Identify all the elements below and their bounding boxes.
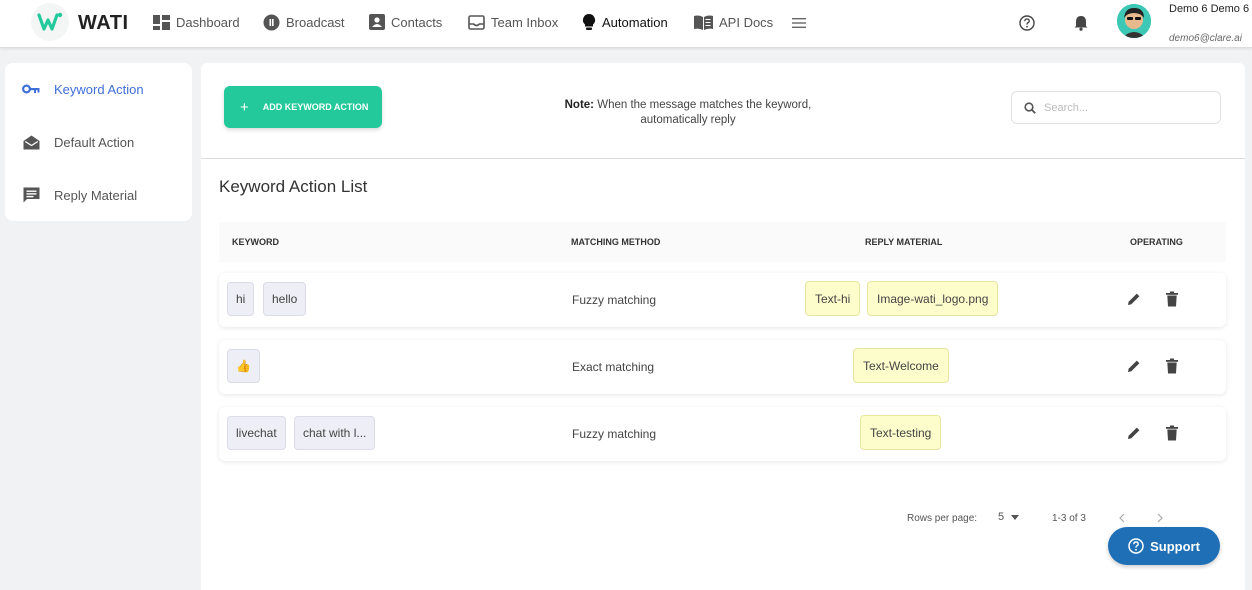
user-email: demo6@clare.ai [1169,33,1242,44]
brand-name: WATI [78,12,129,34]
wati-logo-icon [37,12,63,31]
support-label: Support [1150,538,1200,554]
table-header: KEYWORD MATCHING METHOD REPLY MATERIAL O… [219,222,1226,262]
nav-team-inbox[interactable]: Team Inbox [468,12,558,32]
support-button[interactable]: Support [1108,527,1220,565]
dropdown-arrow-icon [1011,514,1020,520]
sidebar-item-keyword-action[interactable]: Keyword Action [5,74,192,104]
column-operating: OPERATING [1130,237,1183,247]
sidebar-item-label: Keyword Action [54,81,144,97]
nav-broadcast[interactable]: Broadcast [263,12,345,32]
top-navbar: WATI Dashboard Broadcast Contacts Team I… [0,0,1252,48]
help-circle-icon [1128,538,1144,554]
nav-automation[interactable]: Automation [582,12,668,32]
search-input[interactable] [1044,101,1204,114]
note-text: Note: When the message matches the keywo… [541,98,835,128]
dashboard-icon [153,14,170,30]
delete-trash-icon[interactable] [1165,291,1179,312]
matching-method: Fuzzy matching [572,427,657,441]
nav-api-docs-label: API Docs [719,14,774,30]
keyword-chip: chat with l... [294,416,376,450]
user-avatar[interactable] [1117,4,1151,38]
pagination-range: 1-3 of 3 [1052,513,1086,524]
sidebar-item-label: Default Action [54,134,135,150]
delete-trash-icon[interactable] [1165,425,1179,446]
list-title: Keyword Action List [219,177,368,196]
table-row: hi hello Fuzzy matching Text-hi Image-wa… [219,273,1226,327]
reply-material-chip: Text-hi [805,281,861,316]
plus-icon: + [240,98,249,116]
nav-contacts[interactable]: Contacts [369,12,442,32]
avatar-icon [1117,4,1151,38]
user-name: Demo 6 Demo 6 [1169,3,1250,15]
note-label: Note: [564,99,595,111]
inbox-icon [468,14,485,30]
wati-logo[interactable] [31,3,69,41]
message-icon [22,187,40,203]
help-icon[interactable] [1018,14,1036,32]
matching-method: Fuzzy matching [572,293,657,307]
edit-pencil-icon[interactable] [1126,425,1142,446]
nav-broadcast-label: Broadcast [286,14,345,30]
contacts-icon [369,14,385,30]
more-menu-icon[interactable] [791,16,807,30]
rows-per-page-label: Rows per page: [907,513,978,524]
column-matching-method: MATCHING METHOD [571,237,661,247]
rows-per-page-value: 5 [998,511,1005,523]
sidebar: Keyword Action Default Action Reply Mate… [5,63,192,221]
reply-material-chip: Text-Welcome [853,348,949,383]
table-row: livechat chat with l... Fuzzy matching T… [219,407,1226,461]
rows-per-page-select[interactable]: 5 [998,511,1020,523]
add-keyword-action-button[interactable]: + ADD KEYWORD ACTION [224,86,382,128]
edit-pencil-icon[interactable] [1126,358,1142,379]
sidebar-item-label: Reply Material [54,187,138,203]
book-icon [694,14,713,30]
keyword-chip: hello [263,282,307,316]
delete-trash-icon[interactable] [1165,358,1179,379]
nav-dashboard-label: Dashboard [176,14,240,30]
reply-material-chip: Text-testing [860,415,942,450]
envelope-open-icon [22,134,40,150]
header-divider [201,158,1245,159]
edit-pencil-icon[interactable] [1126,291,1142,312]
key-icon [22,81,40,97]
next-page-icon[interactable] [1155,512,1165,524]
matching-method: Exact matching [572,360,655,374]
keyword-action-panel: + ADD KEYWORD ACTION Note: When the mess… [201,63,1245,590]
column-keyword: KEYWORD [232,237,279,247]
previous-page-icon[interactable] [1117,512,1127,524]
nav-api-docs[interactable]: API Docs [694,12,773,32]
search-icon [1024,101,1036,114]
keyword-chip: hi [227,282,255,316]
keyword-chip: livechat [227,416,286,450]
search-box[interactable] [1011,91,1221,124]
sidebar-item-default-action[interactable]: Default Action [5,127,192,157]
add-keyword-action-label: ADD KEYWORD ACTION [262,102,369,112]
note-body: When the message matches the keyword, au… [597,99,812,126]
nav-contacts-label: Contacts [391,14,443,30]
nav-dashboard[interactable]: Dashboard [153,12,240,32]
sidebar-item-reply-material[interactable]: Reply Material [5,180,192,210]
nav-automation-label: Automation [602,14,668,30]
reply-material-chip: Image-wati_logo.png [867,281,999,316]
lightbulb-icon [582,13,596,30]
broadcast-icon [263,14,280,30]
table-row: 👍 Exact matching Text-Welcome [219,340,1226,394]
column-reply-material: REPLY MATERIAL [865,237,943,247]
nav-team-inbox-label: Team Inbox [491,14,559,30]
notification-bell-icon[interactable] [1072,14,1090,32]
keyword-chip: 👍 [227,349,260,383]
